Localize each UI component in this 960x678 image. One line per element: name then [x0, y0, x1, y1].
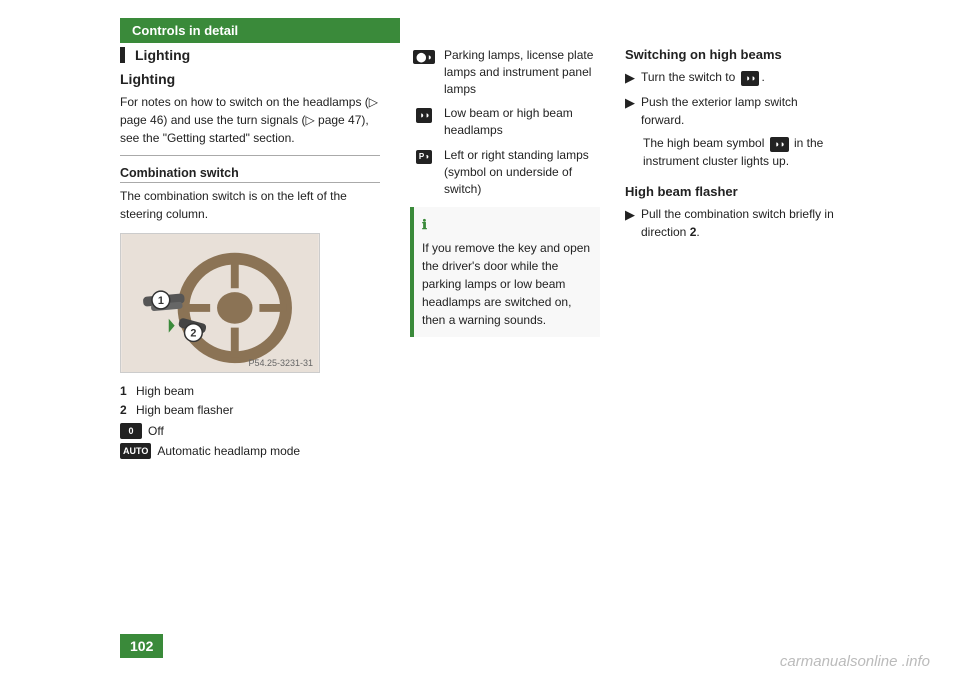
high-beam-note: The high beam symbol ◑◑ in the instrumen… [625, 134, 840, 170]
svg-text:1: 1 [158, 295, 164, 307]
symbol-text-1: Parking lamps, license plate lamps and i… [444, 47, 600, 97]
combination-switch-text: The combination switch is on the left of… [120, 187, 380, 223]
symbol-text-3: Left or right standing lamps (symbol on … [444, 147, 600, 197]
badge-row-0: 0 Off [120, 423, 380, 439]
watermark: carmanualsonline .info [780, 653, 930, 670]
symbol-text-2: Low beam or high beam headlamps [444, 105, 600, 139]
badge-row-auto: AUTO Automatic headlamp mode [120, 443, 380, 459]
middle-column: ⬤◑ Parking lamps, license plate lamps an… [400, 47, 610, 678]
section-header-bar: Controls in detail [120, 18, 400, 43]
bullet-text-2: Push the exterior lamp switch forward. [641, 93, 840, 129]
bullet-pull-switch: ▶ Pull the combination switch briefly in… [625, 205, 840, 241]
lighting-label: Lighting [120, 47, 380, 63]
caption-area: 1 High beam 2 High beam flasher [120, 383, 380, 419]
bullet-text-1: Turn the switch to ◑◑. [641, 68, 765, 86]
combination-switch-heading: Combination switch [120, 166, 380, 183]
caption-text-2: High beam flasher [136, 402, 233, 419]
high-beams-heading: Switching on high beams [625, 47, 840, 62]
note-text: The high beam symbol ◑◑ in the instrumen… [643, 134, 840, 170]
bullet-flasher-text: Pull the combination switch briefly in d… [641, 205, 840, 241]
bullet-arrow-1: ▶ [625, 68, 635, 88]
badge-auto: AUTO [120, 443, 151, 459]
info-box: ℹ If you remove the key and open the dri… [410, 207, 600, 337]
caption-text-1: High beam [136, 383, 194, 400]
steering-wheel-svg: 1 2 [121, 234, 319, 372]
caption-row-1: 1 High beam [120, 383, 380, 400]
body-text-lighting: For notes on how to switch on the headla… [120, 93, 380, 147]
high-beam-flasher-heading: High beam flasher [625, 184, 840, 199]
caption-row-2: 2 High beam flasher [120, 402, 380, 419]
bullet-arrow-3: ▶ [625, 205, 635, 225]
image-label: P54.25-3231-31 [248, 358, 313, 368]
svg-text:2: 2 [190, 328, 196, 340]
page-number: 102 [120, 634, 163, 658]
info-icon: ℹ [422, 215, 592, 235]
symbol-row-1: ⬤◑ Parking lamps, license plate lamps an… [410, 47, 600, 97]
bullet-turn-switch: ▶ Turn the switch to ◑◑. [625, 68, 840, 88]
symbol-row-3: P◑ Left or right standing lamps (symbol … [410, 147, 600, 197]
badge-0: 0 [120, 423, 142, 439]
caption-num-2: 2 [120, 402, 132, 419]
lighting-subtitle: Lighting [120, 71, 380, 87]
parking-lamp-icon: ⬤◑ [410, 48, 438, 66]
divider [120, 155, 380, 156]
info-text: If you remove the key and open the drive… [422, 241, 590, 327]
badge-0-desc: Off [148, 424, 164, 438]
steering-wheel-image: 1 2 P54.25-3231-31 [120, 233, 320, 373]
bullet-push-switch: ▶ Push the exterior lamp switch forward. [625, 93, 840, 129]
caption-num-1: 1 [120, 383, 132, 400]
high-beam-badge-inline: ◑◑ [741, 71, 760, 86]
right-column: Switching on high beams ▶ Turn the switc… [610, 47, 840, 678]
low-beam-icon: ◑◑ [410, 106, 438, 124]
left-column: Lighting Lighting For notes on how to sw… [120, 47, 400, 678]
badge-auto-desc: Automatic headlamp mode [157, 444, 300, 458]
high-beam-symbol-badge: ◑◑ [770, 137, 789, 152]
symbol-row-2: ◑◑ Low beam or high beam headlamps [410, 105, 600, 139]
standing-lamp-icon: P◑ [410, 148, 438, 166]
bullet-arrow-2: ▶ [625, 93, 635, 113]
